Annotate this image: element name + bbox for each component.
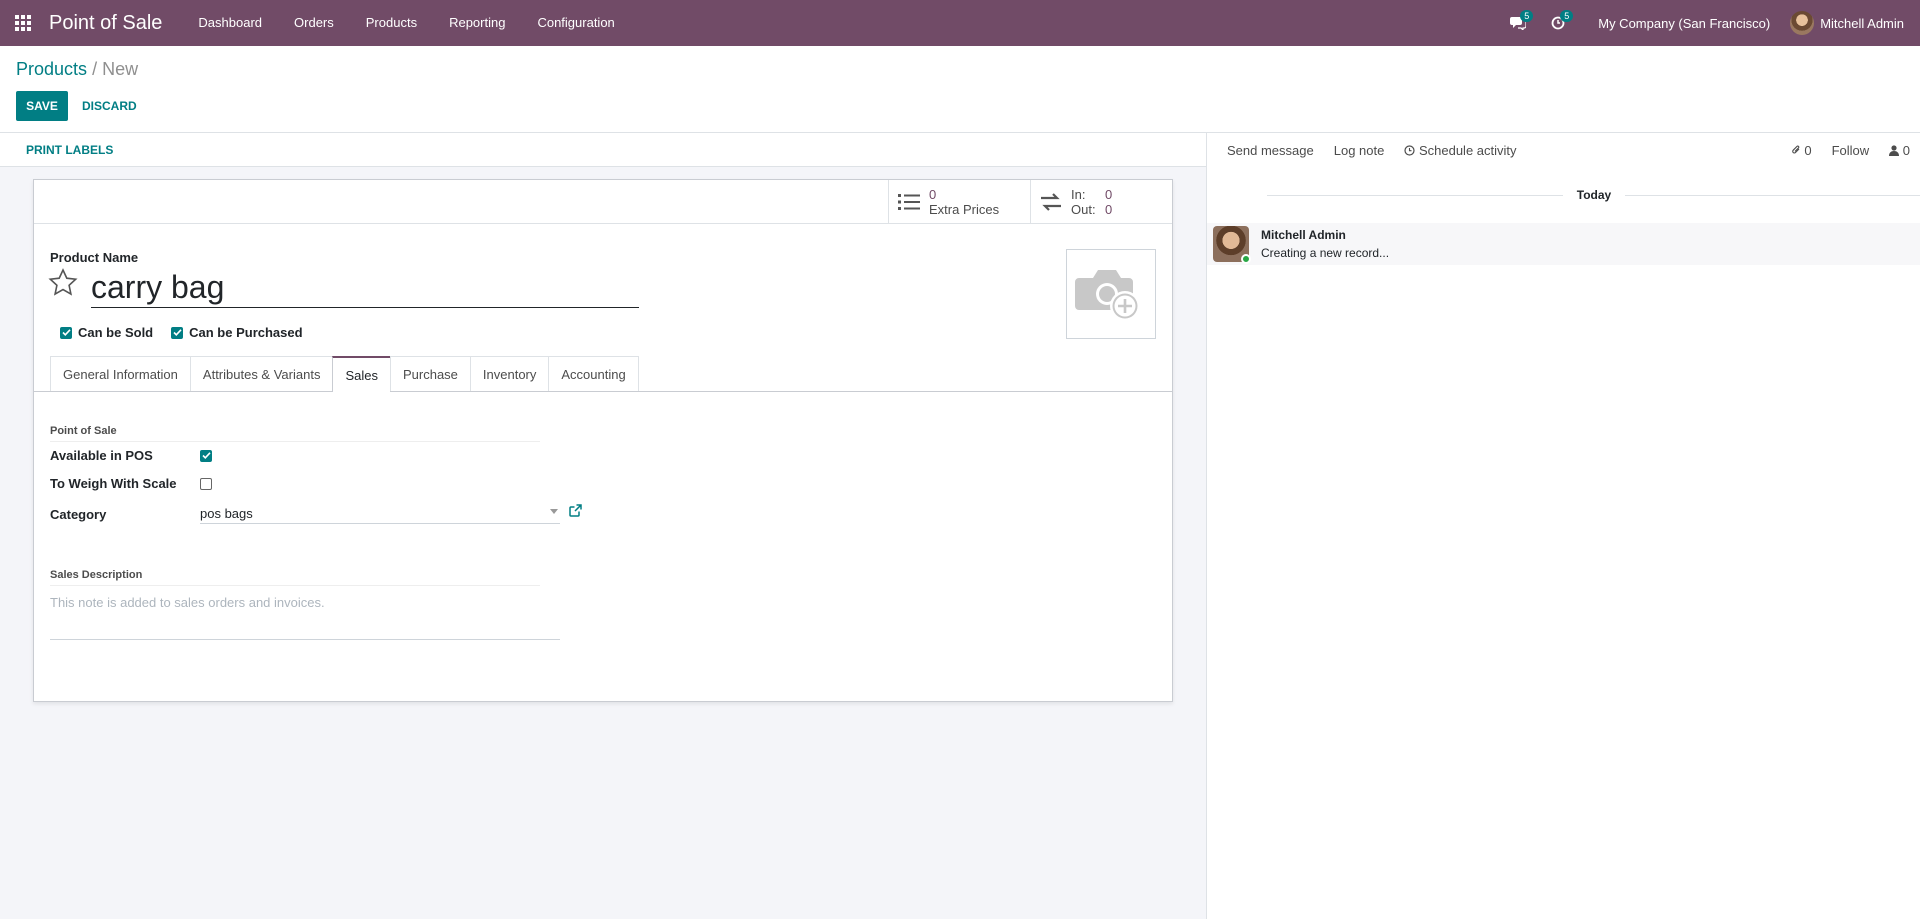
messaging-menu[interactable]: 5 [1498,0,1538,46]
sales-description-textarea[interactable] [50,595,560,640]
sale-purchase-flags: Can be Sold Can be Purchased [60,325,321,340]
print-labels-button[interactable]: PRINT LABELS [14,143,125,157]
breadcrumb-current: New [102,59,139,79]
follow-button[interactable]: Follow [1822,143,1880,158]
product-name-label: Product Name [50,250,139,265]
followers-count: 0 [1902,142,1910,158]
check-icon [201,452,211,459]
app-brand[interactable]: Point of Sale [49,12,162,35]
messages-count-badge: 5 [1520,10,1534,22]
list-icon [898,194,920,210]
attachments-count: 0 [1804,142,1812,158]
activities-count-badge: 5 [1560,10,1574,22]
message-text: Creating a new record... [1261,246,1390,260]
date-separator-label: Today [1576,188,1612,202]
extra-prices-value: 0 [929,187,937,202]
company-switcher[interactable]: My Company (San Francisco) [1578,16,1790,31]
menu-orders[interactable]: Orders [278,0,350,46]
can-be-sold-item: Can be Sold [60,325,153,340]
tab-inventory[interactable]: Inventory [469,356,550,391]
can-be-purchased-item: Can be Purchased [171,325,303,340]
user-icon [1889,144,1900,156]
tab-sales[interactable]: Sales [332,356,391,392]
to-weigh-checkbox[interactable] [200,477,212,490]
category-row: Category [50,503,582,525]
clock-icon [1404,144,1415,156]
tab-accounting[interactable]: Accounting [548,356,639,391]
tab-attributes-variants[interactable]: Attributes & Variants [189,356,334,391]
message-author[interactable]: Mitchell Admin [1261,228,1389,242]
user-name: Mitchell Admin [1820,15,1904,31]
to-weigh-label: To Weigh With Scale [50,476,177,491]
send-message-button[interactable]: Send message [1217,143,1324,158]
check-icon [61,329,71,336]
dropdown-caret-icon[interactable] [550,509,558,514]
can-be-purchased-label: Can be Purchased [189,325,303,340]
tab-purchase[interactable]: Purchase [389,356,471,391]
systray: 5 5 My Company (San Francisco) Mitchell … [1498,0,1920,46]
chatter-panel: Send message Log note Schedule activity … [1206,133,1920,919]
sales-description-title: Sales Description [50,569,540,586]
notebook-tabs: General Information Attributes & Variant… [34,356,1172,392]
out-value: 0 [1105,202,1113,217]
breadcrumb-separator: / [92,59,98,79]
chatter-message: Mitchell Admin Creating a new record... [1207,223,1920,265]
to-weigh-row: To Weigh With Scale [50,476,212,491]
category-label: Category [50,506,107,522]
out-label: Out: [1071,202,1096,217]
tab-general-information[interactable]: General Information [50,356,191,391]
save-button[interactable]: SAVE [16,91,68,121]
can-be-purchased-checkbox[interactable] [171,326,184,339]
extra-prices-button[interactable]: 0 Extra Prices [888,180,1030,224]
menu-dashboard[interactable]: Dashboard [182,0,278,46]
schedule-activity-button[interactable]: Schedule activity [1394,143,1526,158]
favorite-star-icon[interactable] [48,268,78,298]
paperclip-icon [1791,145,1800,153]
breadcrumb-products-link[interactable]: Products [16,59,87,79]
in-label: In: [1071,187,1086,202]
date-separator: Today [1207,188,1920,202]
chatter-topbar: Send message Log note Schedule activity … [1207,133,1920,167]
form-area: PRINT LABELS 0 Extra Prices In: 0 Out: 0… [0,133,1206,919]
menu-configuration[interactable]: Configuration [521,0,630,46]
available-in-pos-label: Available in POS [50,448,153,463]
in-value: 0 [1105,187,1113,202]
online-status-icon [1241,254,1251,264]
check-icon [173,329,182,336]
available-in-pos-row: Available in POS [50,448,212,463]
activity-menu[interactable]: 5 [1538,0,1578,46]
product-name-input[interactable] [91,268,639,308]
external-link-icon[interactable] [569,504,582,517]
camera-add-icon [1075,270,1140,321]
menu-products[interactable]: Products [350,0,433,46]
menu-reporting[interactable]: Reporting [433,0,521,46]
exchange-arrows-icon [1041,193,1061,211]
control-panel: Products / New SAVE DISCARD [0,46,1920,133]
can-be-sold-label: Can be Sold [78,325,154,340]
log-note-button[interactable]: Log note [1324,143,1395,158]
extra-prices-label: Extra Prices [929,202,1000,217]
user-avatar [1790,11,1815,35]
category-input[interactable] [200,504,560,524]
schedule-activity-label: Schedule activity [1418,142,1517,158]
breadcrumb: Products / New [16,59,138,80]
available-in-pos-checkbox[interactable] [200,449,212,462]
followers-button[interactable]: 0 [1879,143,1912,158]
attachments-button[interactable]: 0 [1781,143,1822,158]
product-image-upload[interactable] [1066,249,1156,339]
form-sheet: 0 Extra Prices In: 0 Out: 0 Product Name… [33,179,1173,702]
apps-menu-icon[interactable] [0,0,46,46]
chatter-right-actions: 0 Follow 0 [1781,143,1920,158]
smart-button-box: 0 Extra Prices In: 0 Out: 0 [34,180,1172,224]
in-out-moves-button[interactable]: In: 0 Out: 0 [1030,180,1174,224]
top-navbar: Point of Sale Dashboard Orders Products … [0,0,1920,46]
pos-group-title: Point of Sale [50,425,540,442]
discard-button[interactable]: DISCARD [72,91,147,121]
form-statusbar: PRINT LABELS [0,133,1206,167]
can-be-sold-checkbox[interactable] [60,326,72,339]
author-avatar[interactable] [1213,226,1251,264]
user-menu[interactable]: Mitchell Admin [1790,11,1920,35]
